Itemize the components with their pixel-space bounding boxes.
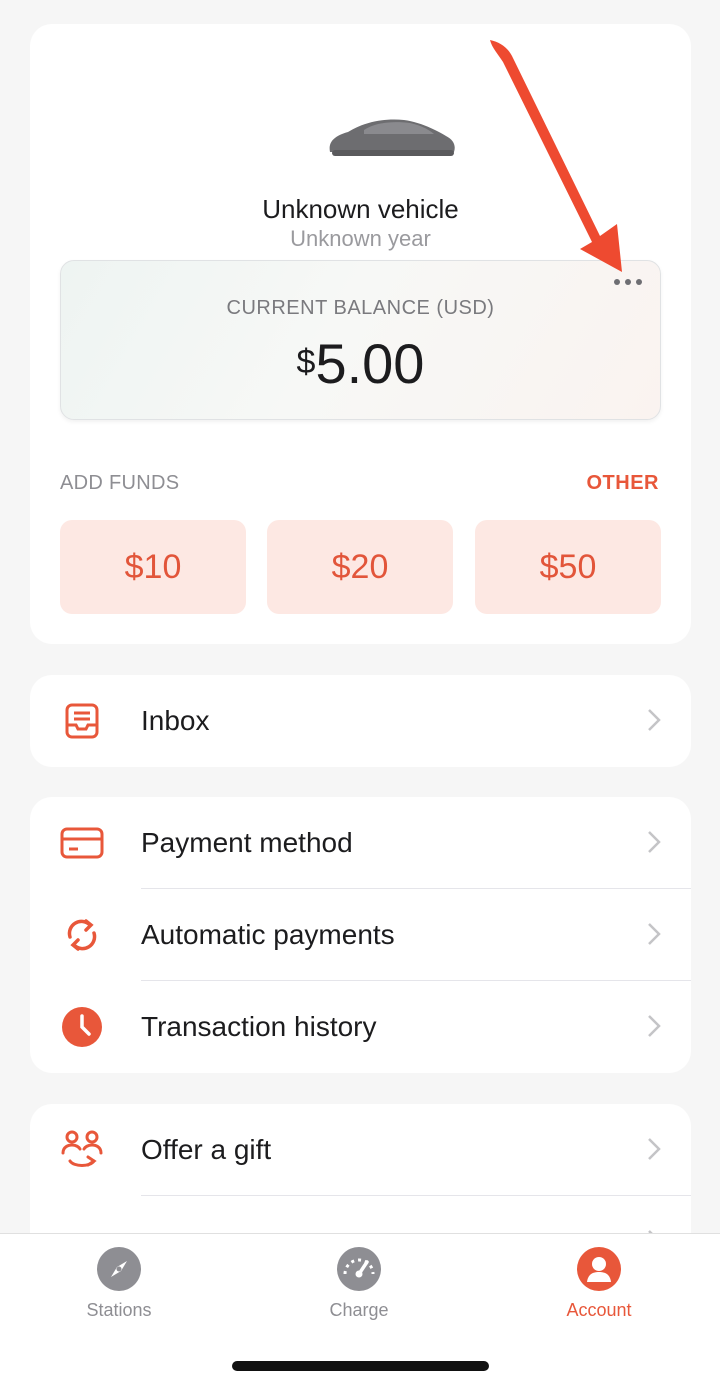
tab-account[interactable]: Account bbox=[529, 1246, 669, 1321]
balance-value: 5.00 bbox=[315, 332, 425, 395]
compass-icon bbox=[97, 1247, 141, 1291]
menu-item-label: Payment method bbox=[141, 827, 353, 858]
menu-item-automatic-payments[interactable]: Automatic payments bbox=[30, 889, 691, 981]
add-funds-other-button[interactable]: OTHER bbox=[587, 472, 660, 495]
balance-label: CURRENT BALANCE (USD) bbox=[226, 297, 495, 319]
inbox-icon bbox=[60, 701, 104, 741]
chevron-right-icon bbox=[648, 1015, 661, 1037]
speedometer-icon bbox=[337, 1247, 381, 1291]
tab-label: Charge bbox=[329, 1300, 389, 1320]
tab-label: Account bbox=[566, 1300, 632, 1320]
add-10-button[interactable]: $10 bbox=[60, 520, 246, 614]
balance-panel: CURRENT BALANCE (USD) $5.00 bbox=[60, 260, 661, 420]
menu-item-transaction-history[interactable]: Transaction history bbox=[30, 981, 691, 1073]
people-gift-icon bbox=[60, 1130, 104, 1170]
user-icon bbox=[577, 1247, 621, 1291]
vehicle-name: Unknown vehicle bbox=[262, 194, 459, 224]
menu-item-label: Offer a gift bbox=[141, 1134, 272, 1165]
menu-item-inbox[interactable]: Inbox bbox=[30, 675, 691, 767]
chevron-right-icon bbox=[648, 709, 661, 731]
home-indicator bbox=[232, 1361, 489, 1371]
balance-amount: $5.00 bbox=[61, 331, 660, 396]
add-funds-label: ADD FUNDS bbox=[60, 472, 180, 494]
currency-symbol: $ bbox=[296, 343, 316, 381]
chevron-right-icon bbox=[648, 1138, 661, 1160]
chevron-right-icon bbox=[648, 831, 661, 853]
chevron-right-icon bbox=[648, 923, 661, 945]
payments-card: Payment method Automatic payments Transa… bbox=[30, 797, 691, 1073]
refresh-icon bbox=[60, 915, 104, 955]
tab-label: Stations bbox=[86, 1300, 152, 1320]
tab-stations[interactable]: Stations bbox=[49, 1246, 189, 1321]
vehicle-balance-card: Unknown vehicle Unknown year CURRENT BAL… bbox=[30, 24, 691, 644]
menu-item-label: Transaction history bbox=[141, 1011, 377, 1042]
vehicle-year: Unknown year bbox=[290, 226, 431, 251]
ellipsis-icon[interactable] bbox=[614, 279, 642, 285]
menu-item-offer-gift[interactable]: Offer a gift bbox=[30, 1104, 691, 1196]
credit-card-icon bbox=[60, 823, 104, 863]
inbox-card: Inbox bbox=[30, 675, 691, 767]
menu-item-label: Inbox bbox=[141, 705, 210, 736]
tab-charge[interactable]: Charge bbox=[289, 1246, 429, 1321]
add-50-button[interactable]: $50 bbox=[475, 520, 661, 614]
clock-icon bbox=[60, 1007, 104, 1047]
car-image bbox=[329, 119, 455, 156]
menu-item-label: Automatic payments bbox=[141, 919, 395, 950]
add-20-button[interactable]: $20 bbox=[267, 520, 453, 614]
menu-item-payment-method[interactable]: Payment method bbox=[30, 797, 691, 889]
